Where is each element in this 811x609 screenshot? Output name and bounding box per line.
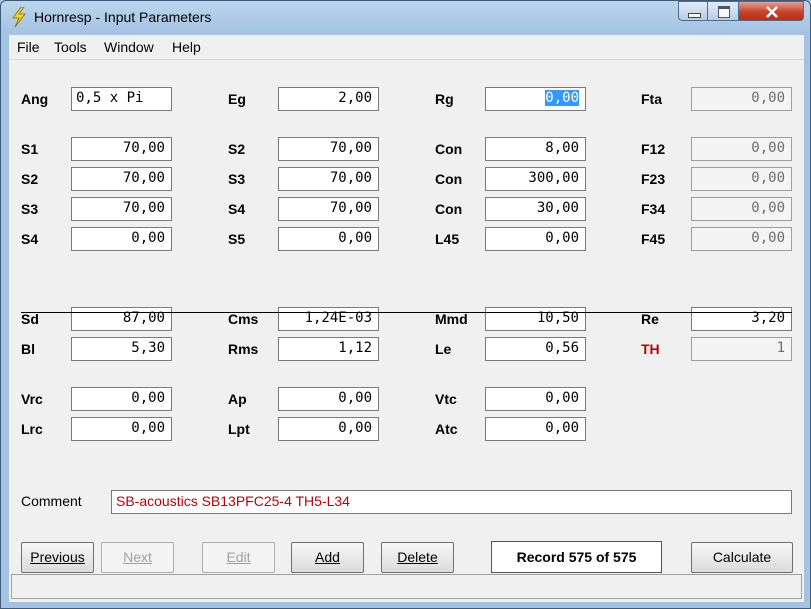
minimize-button[interactable] xyxy=(678,1,708,21)
label-rms: Rms xyxy=(228,341,259,357)
field-ang[interactable]: 0,5 x Pi xyxy=(71,87,172,111)
field-s1[interactable]: 70,00 xyxy=(71,137,172,161)
label-th: TH xyxy=(641,341,660,357)
menu-bar: File Tools Window Help xyxy=(9,35,804,60)
close-button[interactable] xyxy=(738,1,804,21)
maximize-button[interactable] xyxy=(707,1,739,21)
field-lpt[interactable]: 0,00 xyxy=(278,417,379,441)
label-f34: F34 xyxy=(641,201,666,217)
field-eg[interactable]: 2,00 xyxy=(278,87,379,111)
window-title: Hornresp - Input Parameters xyxy=(34,9,212,25)
label-f23: F23 xyxy=(641,171,666,187)
field-con[interactable]: 8,00 xyxy=(485,137,586,161)
field-s2[interactable]: 70,00 xyxy=(71,167,172,191)
field-l45[interactable]: 0,00 xyxy=(485,227,586,251)
field-s3[interactable]: 70,00 xyxy=(278,167,379,191)
label-s2: S2 xyxy=(228,141,246,157)
label-con: Con xyxy=(435,141,463,157)
field-ap[interactable]: 0,00 xyxy=(278,387,379,411)
label-con: Con xyxy=(435,171,463,187)
maximize-icon xyxy=(718,6,730,18)
field-bl[interactable]: 5,30 xyxy=(71,337,172,361)
edit-label: Edit xyxy=(226,549,251,565)
field-con[interactable]: 30,00 xyxy=(485,197,586,221)
field-cms[interactable]: 1,24E-03 xyxy=(278,307,379,331)
edit-button[interactable]: Edit xyxy=(202,542,275,573)
previous-label: Previous xyxy=(30,549,85,565)
label-le: Le xyxy=(435,341,452,357)
delete-button[interactable]: Delete xyxy=(381,542,454,573)
field-vrc[interactable]: 0,00 xyxy=(71,387,172,411)
label-lpt: Lpt xyxy=(228,421,250,437)
previous-button[interactable]: Previous xyxy=(21,542,94,573)
record-indicator: Record 575 of 575 xyxy=(491,541,662,573)
label-ang: Ang xyxy=(21,91,49,107)
field-sd[interactable]: 87,00 xyxy=(71,307,172,331)
field-lrc[interactable]: 0,00 xyxy=(71,417,172,441)
comment-field[interactable]: SB-acoustics SB13PFC25-4 TH5-L34 xyxy=(111,490,792,514)
label-ap: Ap xyxy=(228,391,247,407)
comment-label: Comment xyxy=(21,493,82,509)
input-parameters-panel: Ang 0,5 x Pi Eg 2,00 Rg 0,00 Fta 0,00 S1 70,00 S2 7… xyxy=(9,60,804,574)
field-con[interactable]: 300,00 xyxy=(485,167,586,191)
label-s1: S1 xyxy=(21,141,39,157)
label-eg: Eg xyxy=(228,91,246,107)
label-con: Con xyxy=(435,201,463,217)
menu-help[interactable]: Help xyxy=(172,39,201,55)
menu-tools[interactable]: Tools xyxy=(54,39,87,55)
field-f12[interactable]: 0,00 xyxy=(691,137,792,161)
title-bar[interactable]: Hornresp - Input Parameters xyxy=(1,1,810,35)
field-s4[interactable]: 0,00 xyxy=(71,227,172,251)
add-button[interactable]: Add xyxy=(291,542,364,573)
label-vtc: Vtc xyxy=(435,391,457,407)
label-bl: Bl xyxy=(21,341,35,357)
field-s3[interactable]: 70,00 xyxy=(71,197,172,221)
app-window: Hornresp - Input Parameters File Tools W… xyxy=(0,0,811,609)
lightning-bolt-icon xyxy=(10,6,28,28)
status-bar xyxy=(11,574,802,599)
field-vtc[interactable]: 0,00 xyxy=(485,387,586,411)
field-s5[interactable]: 0,00 xyxy=(278,227,379,251)
menu-file[interactable]: File xyxy=(17,39,40,55)
label-s3: S3 xyxy=(21,201,39,217)
selected-text: 0,00 xyxy=(545,90,579,106)
field-f34[interactable]: 0,00 xyxy=(691,197,792,221)
label-f45: F45 xyxy=(641,231,666,247)
label-s2: S2 xyxy=(21,171,39,187)
field-s2[interactable]: 70,00 xyxy=(278,137,379,161)
field-le[interactable]: 0,56 xyxy=(485,337,586,361)
calculate-button[interactable]: Calculate xyxy=(691,542,793,573)
client-area: File Tools Window Help Ang 0,5 x Pi Eg 2,00… xyxy=(9,35,804,602)
label-atc: Atc xyxy=(435,421,458,437)
label-s4: S4 xyxy=(228,201,246,217)
label-fta: Fta xyxy=(641,91,662,107)
label-lrc: Lrc xyxy=(21,421,43,437)
field-th[interactable]: 1 xyxy=(691,337,792,361)
field-s4[interactable]: 70,00 xyxy=(278,197,379,221)
minimize-icon xyxy=(688,13,701,18)
field-mmd[interactable]: 10,50 xyxy=(485,307,586,331)
add-label: Add xyxy=(315,549,340,565)
label-vrc: Vrc xyxy=(21,391,43,407)
label-l45: L45 xyxy=(435,231,460,247)
field-rms[interactable]: 1,12 xyxy=(278,337,379,361)
label-s3: S3 xyxy=(228,171,246,187)
field-f23[interactable]: 0,00 xyxy=(691,167,792,191)
section-divider xyxy=(21,312,792,313)
menu-window[interactable]: Window xyxy=(104,39,154,55)
field-f45[interactable]: 0,00 xyxy=(691,227,792,251)
next-button[interactable]: Next xyxy=(101,542,174,573)
field-rg[interactable]: 0,00 xyxy=(485,87,586,111)
label-s5: S5 xyxy=(228,231,246,247)
label-s4: S4 xyxy=(21,231,39,247)
delete-label: Delete xyxy=(397,549,438,565)
close-icon xyxy=(766,6,778,18)
next-label: Next xyxy=(123,549,152,565)
field-atc[interactable]: 0,00 xyxy=(485,417,586,441)
label-rg: Rg xyxy=(435,91,454,107)
field-re[interactable]: 3,20 xyxy=(691,307,792,331)
field-fta[interactable]: 0,00 xyxy=(691,87,792,111)
label-f12: F12 xyxy=(641,141,666,157)
